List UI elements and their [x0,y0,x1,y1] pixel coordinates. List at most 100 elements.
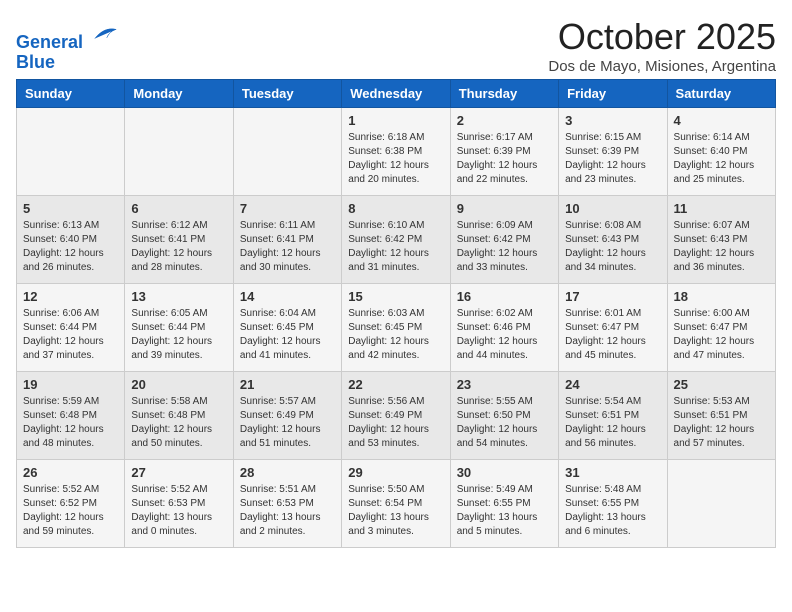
day-info: Sunrise: 6:12 AM Sunset: 6:41 PM Dayligh… [131,219,226,275]
day-number: 1 [348,113,443,128]
day-info: Sunrise: 5:54 AM Sunset: 6:51 PM Dayligh… [565,395,660,451]
day-number: 9 [457,201,552,216]
weekday-header: Saturday [667,80,775,108]
day-number: 8 [348,201,443,216]
logo-blue: Blue [16,53,118,73]
day-number: 6 [131,201,226,216]
calendar-table: SundayMondayTuesdayWednesdayThursdayFrid… [16,79,776,548]
calendar-cell [667,460,775,548]
calendar-cell: 21 Sunrise: 5:57 AM Sunset: 6:49 PM Dayli… [233,372,341,460]
calendar-cell: 2Sunrise: 6:17 AM Sunset: 6:39 PM Daylig… [450,108,558,196]
day-info: Sunrise: 5:52 AM Sunset: 6:53 PM Dayligh… [131,483,226,539]
calendar-cell: 8 Sunrise: 6:10 AM Sunset: 6:42 PM Daylig… [342,196,450,284]
title-section: October 2025 Dos de Mayo, Misiones, Arge… [548,16,776,75]
day-info: Sunrise: 6:17 AM Sunset: 6:39 PM Dayligh… [457,131,552,187]
day-number: 5 [23,201,118,216]
calendar-cell: 14Sunrise: 6:04 AM Sunset: 6:45 PM Dayli… [233,284,341,372]
calendar-week-row: 19 Sunrise: 5:59 AM Sunset: 6:48 PM Dayli… [17,372,776,460]
day-info: Sunrise: 6:18 AM Sunset: 6:38 PM Dayligh… [348,131,443,187]
day-info: Sunrise: 5:56 AM Sunset: 6:49 PM Dayligh… [348,395,443,451]
calendar-week-row: 1 Sunrise: 6:18 AM Sunset: 6:38 PM Daylig… [17,108,776,196]
weekday-header: Thursday [450,80,558,108]
day-info: Sunrise: 6:08 AM Sunset: 6:43 PM Dayligh… [565,219,660,275]
day-info: Sunrise: 5:58 AM Sunset: 6:48 PM Dayligh… [131,395,226,451]
day-info: Sunrise: 5:48 AM Sunset: 6:55 PM Dayligh… [565,483,660,539]
day-number: 3 [565,113,660,128]
day-number: 10 [565,201,660,216]
day-info: Sunrise: 6:09 AM Sunset: 6:42 PM Dayligh… [457,219,552,275]
day-number: 20 [131,377,226,392]
day-info: Sunrise: 6:14 AM Sunset: 6:40 PM Dayligh… [674,131,769,187]
day-info: Sunrise: 6:13 AM Sunset: 6:40 PM Dayligh… [23,219,118,275]
day-info: Sunrise: 5:49 AM Sunset: 6:55 PM Dayligh… [457,483,552,539]
calendar-cell: 22 Sunrise: 5:56 AM Sunset: 6:49 PM Dayli… [342,372,450,460]
calendar-week-row: 26Sunrise: 5:52 AM Sunset: 6:52 PM Dayli… [17,460,776,548]
day-number: 7 [240,201,335,216]
day-number: 25 [674,377,769,392]
day-number: 28 [240,465,335,480]
day-info: Sunrise: 5:50 AM Sunset: 6:54 PM Dayligh… [348,483,443,539]
calendar-cell: 25 Sunrise: 5:53 AM Sunset: 6:51 PM Dayli… [667,372,775,460]
calendar-cell: 16 Sunrise: 6:02 AM Sunset: 6:46 PM Dayli… [450,284,558,372]
calendar-cell [17,108,125,196]
calendar-cell: 9 Sunrise: 6:09 AM Sunset: 6:42 PM Daylig… [450,196,558,284]
logo-general: General [16,32,83,52]
calendar-cell: 23Sunrise: 5:55 AM Sunset: 6:50 PM Dayli… [450,372,558,460]
day-info: Sunrise: 5:53 AM Sunset: 6:51 PM Dayligh… [674,395,769,451]
calendar-cell: 18Sunrise: 6:00 AM Sunset: 6:47 PM Dayli… [667,284,775,372]
day-number: 15 [348,289,443,304]
day-info: Sunrise: 6:01 AM Sunset: 6:47 PM Dayligh… [565,307,660,363]
location-subtitle: Dos de Mayo, Misiones, Argentina [548,58,776,75]
day-number: 14 [240,289,335,304]
day-info: Sunrise: 6:06 AM Sunset: 6:44 PM Dayligh… [23,307,118,363]
calendar-cell: 24 Sunrise: 5:54 AM Sunset: 6:51 PM Dayli… [559,372,667,460]
day-number: 4 [674,113,769,128]
day-number: 29 [348,465,443,480]
calendar-cell: 4 Sunrise: 6:14 AM Sunset: 6:40 PM Daylig… [667,108,775,196]
day-info: Sunrise: 5:59 AM Sunset: 6:48 PM Dayligh… [23,395,118,451]
weekday-header-row: SundayMondayTuesdayWednesdayThursdayFrid… [17,80,776,108]
day-info: Sunrise: 5:55 AM Sunset: 6:50 PM Dayligh… [457,395,552,451]
calendar-cell [233,108,341,196]
logo: General Blue [16,20,118,73]
day-number: 11 [674,201,769,216]
weekday-header: Tuesday [233,80,341,108]
day-number: 21 [240,377,335,392]
weekday-header: Friday [559,80,667,108]
calendar-week-row: 12Sunrise: 6:06 AM Sunset: 6:44 PM Dayli… [17,284,776,372]
calendar-cell: 26Sunrise: 5:52 AM Sunset: 6:52 PM Dayli… [17,460,125,548]
day-number: 19 [23,377,118,392]
day-info: Sunrise: 5:51 AM Sunset: 6:53 PM Dayligh… [240,483,335,539]
page-header: General Blue October 2025 Dos de Mayo, M… [16,16,776,75]
calendar-cell: 20 Sunrise: 5:58 AM Sunset: 6:48 PM Dayli… [125,372,233,460]
day-info: Sunrise: 6:00 AM Sunset: 6:47 PM Dayligh… [674,307,769,363]
calendar-cell [125,108,233,196]
calendar-cell: 11Sunrise: 6:07 AM Sunset: 6:43 PM Dayli… [667,196,775,284]
day-info: Sunrise: 6:02 AM Sunset: 6:46 PM Dayligh… [457,307,552,363]
day-info: Sunrise: 6:11 AM Sunset: 6:41 PM Dayligh… [240,219,335,275]
calendar-cell: 19 Sunrise: 5:59 AM Sunset: 6:48 PM Dayli… [17,372,125,460]
day-number: 27 [131,465,226,480]
calendar-cell: 5 Sunrise: 6:13 AM Sunset: 6:40 PM Daylig… [17,196,125,284]
day-info: Sunrise: 6:05 AM Sunset: 6:44 PM Dayligh… [131,307,226,363]
calendar-cell: 31 Sunrise: 5:48 AM Sunset: 6:55 PM Dayli… [559,460,667,548]
calendar-cell: 1 Sunrise: 6:18 AM Sunset: 6:38 PM Daylig… [342,108,450,196]
calendar-cell: 13Sunrise: 6:05 AM Sunset: 6:44 PM Dayli… [125,284,233,372]
day-info: Sunrise: 5:57 AM Sunset: 6:49 PM Dayligh… [240,395,335,451]
day-number: 17 [565,289,660,304]
day-info: Sunrise: 6:03 AM Sunset: 6:45 PM Dayligh… [348,307,443,363]
calendar-cell: 6 Sunrise: 6:12 AM Sunset: 6:41 PM Daylig… [125,196,233,284]
calendar-cell: 17 Sunrise: 6:01 AM Sunset: 6:47 PM Dayli… [559,284,667,372]
calendar-cell: 7 Sunrise: 6:11 AM Sunset: 6:41 PM Daylig… [233,196,341,284]
weekday-header: Monday [125,80,233,108]
weekday-header: Sunday [17,80,125,108]
day-info: Sunrise: 6:10 AM Sunset: 6:42 PM Dayligh… [348,219,443,275]
calendar-cell: 29 Sunrise: 5:50 AM Sunset: 6:54 PM Dayli… [342,460,450,548]
calendar-cell: 27 Sunrise: 5:52 AM Sunset: 6:53 PM Dayli… [125,460,233,548]
day-number: 24 [565,377,660,392]
day-number: 22 [348,377,443,392]
logo-bird-icon [90,20,118,48]
day-number: 16 [457,289,552,304]
day-number: 31 [565,465,660,480]
day-number: 26 [23,465,118,480]
